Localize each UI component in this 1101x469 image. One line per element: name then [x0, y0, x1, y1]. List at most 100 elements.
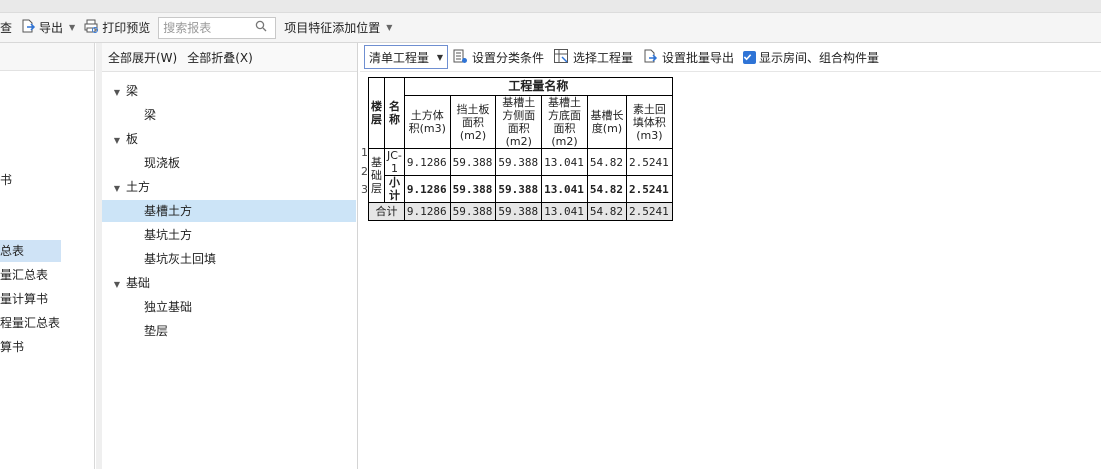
value-cell: 2.5241 — [626, 202, 673, 221]
value-cell: 13.041 — [541, 148, 588, 176]
print-preview-icon — [83, 18, 102, 37]
tree-node-label: 基础 — [126, 276, 151, 290]
quantity-type-select[interactable]: 清单工程量 ▼ — [364, 45, 448, 69]
tree-node-label: 垫层 — [144, 324, 169, 338]
value-cell: 59.388 — [449, 175, 497, 203]
check-label: 查 — [0, 21, 13, 35]
value-cell: 59.388 — [449, 148, 497, 176]
subtotal-row[interactable]: 小计 9.1286 59.388 59.388 13.041 54.82 2.5… — [369, 175, 673, 203]
set-classification-button[interactable]: 设置分类条件 — [452, 48, 544, 67]
column-header: 基槽土方侧面面积(m2) — [495, 95, 543, 149]
print-preview-button[interactable]: 打印预览 — [79, 13, 154, 43]
batch-export-button[interactable]: 设置批量导出 — [642, 48, 734, 67]
tree-node-beam[interactable]: ▼ 梁 — [108, 80, 138, 102]
value-cell: 2.5241 — [626, 175, 673, 203]
value-cell: 9.1286 — [403, 175, 451, 203]
tree-leaf-pit-backfill[interactable]: 基坑灰土回填 — [144, 248, 216, 270]
tree-toolbar: 全部展开(W) 全部折叠(X) — [102, 43, 357, 72]
report-list-item-label: 总表 — [0, 244, 25, 258]
check-button[interactable]: 查 — [0, 13, 16, 43]
tree-node-label: 基槽土方 — [144, 204, 193, 218]
report-list-item-label: 程量汇总表 — [0, 316, 61, 330]
tree-node-foundation[interactable]: ▼ 基础 — [108, 272, 150, 294]
collapse-all-button[interactable]: 全部折叠(X) — [187, 49, 253, 66]
report-search-box[interactable] — [158, 16, 277, 39]
report-list-panel: 书 总表 量汇总表 量计算书 程量汇总表 算书 — [0, 43, 95, 469]
report-list-item[interactable]: 程量汇总表 — [0, 312, 60, 334]
value-cell: 13.041 — [541, 202, 588, 221]
chevron-down-icon: ▼ — [436, 52, 443, 62]
quantity-group-header: 工程量名称 — [403, 77, 673, 96]
column-header: 土方体积(m3) — [403, 95, 451, 149]
quantity-type-value: 清单工程量 — [369, 50, 430, 65]
batch-export-label: 设置批量导出 — [662, 50, 735, 65]
tree-node-label: 现浇板 — [144, 156, 181, 170]
export-button[interactable]: 导出 ▼ — [16, 13, 79, 43]
total-row[interactable]: 合计 9.1286 59.388 59.388 13.041 54.82 2.5… — [368, 202, 673, 221]
row-number: 3 — [361, 183, 368, 196]
tree-node-label: 梁 — [126, 84, 139, 98]
report-content-panel: 清单工程量 ▼ 设置分类条件 选择工程量 设置批量导出 显示房间、组合构件量 1… — [360, 43, 1101, 469]
report-list-item[interactable]: 算书 — [0, 336, 24, 358]
expand-all-button[interactable]: 全部展开(W) — [108, 49, 177, 66]
tree-leaf-cushion[interactable]: 垫层 — [144, 320, 168, 342]
tree-leaf-trench-earthwork[interactable]: 基槽土方 — [102, 200, 356, 222]
value-cell: 9.1286 — [403, 148, 451, 176]
value-cell: 54.82 — [586, 202, 628, 221]
search-icon[interactable] — [255, 20, 267, 35]
value-cell: 59.388 — [449, 202, 497, 221]
value-cell: 59.388 — [495, 175, 543, 203]
select-quantity-button[interactable]: 选择工程量 — [553, 48, 633, 67]
value-cell: 54.82 — [586, 175, 628, 203]
column-header: 基槽长度(m) — [586, 95, 628, 149]
subtotal-label: 小计 — [384, 175, 405, 203]
tree-node-earthwork[interactable]: ▼ 土方 — [108, 176, 150, 198]
column-header: 挡土板面积(m2) — [449, 95, 497, 149]
report-list-item[interactable]: 书 — [0, 169, 12, 191]
show-room-toggle[interactable]: 显示房间、组合构件量 — [743, 49, 879, 66]
table-row[interactable]: 基础层 JC-1 9.1286 59.388 59.388 13.041 54.… — [368, 148, 673, 203]
tree-leaf-pit-earthwork[interactable]: 基坑土方 — [144, 224, 192, 246]
column-header: 素土回填体积(m3) — [626, 95, 673, 149]
name-cell: JC-1 — [384, 148, 405, 176]
export-label: 导出 — [39, 21, 64, 35]
tree-node-label: 梁 — [144, 108, 157, 122]
report-list-item-label: 算书 — [0, 340, 25, 354]
set-classification-label: 设置分类条件 — [472, 50, 545, 65]
tree-node-label: 板 — [126, 132, 139, 146]
report-list-item[interactable]: 量计算书 — [0, 288, 48, 310]
component-tree-panel: 全部展开(W) 全部折叠(X) ▼ 梁 梁 ▼ 板 现浇板 ▼ 土方 基槽土方 基坑土… — [102, 43, 358, 469]
tree-leaf-isolated-foundation[interactable]: 独立基础 — [144, 296, 192, 318]
feature-position-dropdown[interactable]: 项目特征添加位置 ▼ — [280, 13, 396, 43]
value-cell: 2.5241 — [626, 148, 673, 176]
expand-arrow-icon[interactable]: ▼ — [108, 274, 126, 296]
floor-header: 楼层 — [368, 77, 385, 149]
expand-arrow-icon[interactable]: ▼ — [108, 130, 126, 152]
report-toolbar: 查 导出 ▼ 打印预览 项目特征添加位置 ▼ — [0, 13, 1101, 43]
expand-arrow-icon[interactable]: ▼ — [108, 82, 126, 104]
tree-leaf-beam[interactable]: 梁 — [144, 104, 156, 126]
value-cell: 59.388 — [495, 202, 543, 221]
report-list-item[interactable]: 量汇总表 — [0, 264, 48, 286]
row-number: 1 — [361, 146, 368, 159]
value-cell: 54.82 — [586, 148, 628, 176]
chevron-down-icon[interactable]: ▼ — [69, 23, 75, 32]
tree-node-label: 独立基础 — [144, 300, 193, 314]
expand-arrow-icon[interactable]: ▼ — [108, 178, 126, 200]
chevron-down-icon[interactable]: ▼ — [386, 23, 392, 32]
floor-cell: 基础层 — [368, 148, 385, 203]
window-title-strip — [0, 0, 1101, 13]
tree-leaf-cast-slab[interactable]: 现浇板 — [144, 152, 180, 174]
checkbox-checked-icon[interactable] — [743, 50, 757, 64]
classification-icon — [452, 48, 472, 67]
tree-node-slab[interactable]: ▼ 板 — [108, 128, 138, 150]
select-quantity-label: 选择工程量 — [573, 50, 634, 65]
select-quantity-icon — [553, 48, 573, 67]
export-icon — [20, 18, 39, 37]
value-cell: 59.388 — [495, 148, 543, 176]
search-input[interactable] — [163, 20, 256, 35]
column-header: 基槽土方底面面积(m2) — [541, 95, 588, 149]
tree-node-label: 基坑灰土回填 — [144, 252, 217, 266]
batch-export-icon — [642, 48, 662, 67]
report-list-item-selected[interactable]: 总表 — [0, 240, 61, 262]
